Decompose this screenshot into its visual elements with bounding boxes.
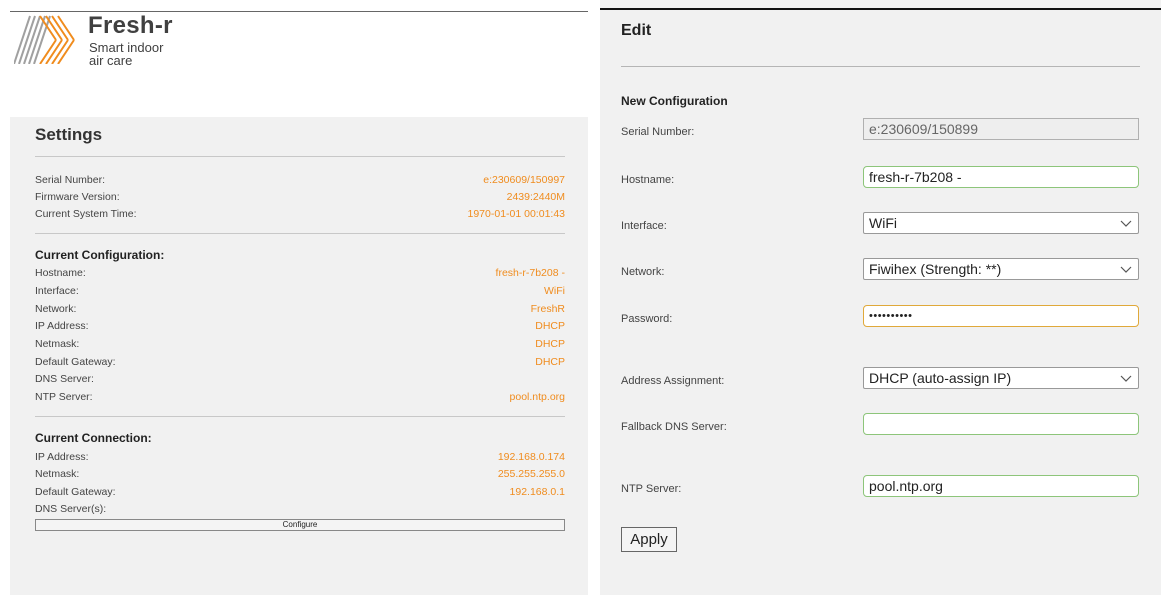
info-label: Serial Number: bbox=[35, 174, 106, 186]
connection-label: DNS Server(s): bbox=[35, 503, 107, 515]
connection-label: Default Gateway: bbox=[35, 486, 116, 498]
connection-row-netmask: Netmask: 255.255.255.0 bbox=[35, 468, 565, 484]
connection-value: 192.168.0.1 bbox=[509, 486, 565, 498]
connection-row-dns-servers: DNS Server(s): bbox=[35, 503, 565, 519]
config-row-ntp-server: NTP Server: pool.ntp.org bbox=[35, 391, 565, 407]
apply-button[interactable]: Apply bbox=[621, 527, 677, 552]
brand-tagline-line2: air care bbox=[89, 53, 133, 68]
password-input[interactable]: •••••••••• bbox=[863, 305, 1139, 327]
chevron-down-icon bbox=[1120, 220, 1132, 227]
settings-title: Settings bbox=[35, 125, 103, 144]
ntp-server-value: pool.ntp.org bbox=[869, 478, 943, 494]
config-row-ip-address: IP Address: DHCP bbox=[35, 320, 565, 336]
current-connection-title: Current Connection: bbox=[35, 431, 152, 445]
config-label: Hostname: bbox=[35, 267, 86, 279]
interface-select[interactable]: WiFi bbox=[863, 212, 1139, 234]
config-label: Interface: bbox=[35, 285, 79, 297]
fallback-dns-input[interactable] bbox=[863, 413, 1139, 435]
edit-title: Edit bbox=[621, 22, 652, 39]
divider bbox=[35, 233, 565, 234]
chevron-down-icon bbox=[1120, 375, 1132, 382]
config-value: fresh-r-7b208 - bbox=[495, 267, 565, 279]
serial-number-label: Serial Number: bbox=[621, 126, 695, 138]
config-value: DHCP bbox=[535, 320, 565, 332]
network-label: Network: bbox=[621, 266, 665, 278]
config-row-netmask: Netmask: DHCP bbox=[35, 338, 565, 354]
config-value: DHCP bbox=[535, 338, 565, 350]
brand-name: Fresh-r bbox=[88, 12, 173, 39]
address-assignment-label: Address Assignment: bbox=[621, 375, 725, 387]
edit-screenshot: Edit New Configuration Serial Number: e:… bbox=[600, 0, 1161, 595]
divider bbox=[35, 416, 565, 417]
ntp-server-input[interactable]: pool.ntp.org bbox=[863, 475, 1139, 497]
chevron-down-icon bbox=[1120, 266, 1132, 273]
serial-number-field: e:230609/150899 bbox=[863, 118, 1139, 140]
info-label: Firmware Version: bbox=[35, 191, 120, 203]
connection-value: 255.255.255.0 bbox=[497, 468, 565, 480]
divider bbox=[621, 66, 1140, 67]
current-configuration-title: Current Configuration: bbox=[35, 248, 165, 262]
interface-label: Interface: bbox=[621, 220, 667, 232]
config-label: Network: bbox=[35, 303, 77, 315]
connection-row-default-gateway: Default Gateway: 192.168.0.1 bbox=[35, 486, 565, 502]
connection-label: IP Address: bbox=[35, 451, 89, 463]
config-row-hostname: Hostname: fresh-r-7b208 - bbox=[35, 267, 565, 283]
config-label: DNS Server: bbox=[35, 373, 94, 385]
settings-screenshot: Fresh-r Smart indoor air care Settings S… bbox=[0, 0, 588, 595]
serial-number-value: e:230609/150899 bbox=[869, 121, 978, 137]
config-label: NTP Server: bbox=[35, 391, 93, 403]
ntp-server-label: NTP Server: bbox=[621, 483, 682, 495]
divider bbox=[35, 156, 565, 157]
config-label: Default Gateway: bbox=[35, 356, 116, 368]
info-value: 1970-01-01 00:01:43 bbox=[467, 208, 566, 220]
hostname-value: fresh-r-7b208 - bbox=[869, 169, 962, 185]
interface-value: WiFi bbox=[869, 215, 897, 231]
info-row-firmware: Firmware Version: 2439:2440M bbox=[35, 191, 565, 207]
fresh-r-logo-icon bbox=[14, 15, 75, 64]
info-row-serial: Serial Number: e:230609/150997 bbox=[35, 174, 565, 190]
config-row-default-gateway: Default Gateway: DHCP bbox=[35, 356, 565, 372]
top-divider bbox=[600, 8, 1161, 10]
info-label: Current System Time: bbox=[35, 208, 137, 220]
password-value: •••••••••• bbox=[869, 310, 913, 322]
network-select[interactable]: Fiwihex (Strength: **) bbox=[863, 258, 1139, 280]
password-label: Password: bbox=[621, 313, 673, 325]
config-value: DHCP bbox=[535, 356, 565, 368]
hostname-label: Hostname: bbox=[621, 174, 675, 186]
connection-label: Netmask: bbox=[35, 468, 80, 480]
config-row-interface: Interface: WiFi bbox=[35, 285, 565, 301]
config-value: pool.ntp.org bbox=[509, 391, 565, 403]
address-assignment-select[interactable]: DHCP (auto-assign IP) bbox=[863, 367, 1139, 389]
network-value: Fiwihex (Strength: **) bbox=[869, 261, 1002, 277]
settings-panel: Settings Serial Number: e:230609/150997 … bbox=[10, 117, 588, 595]
new-configuration-title: New Configuration bbox=[621, 94, 728, 108]
configure-button[interactable]: Configure bbox=[35, 519, 565, 531]
address-assignment-value: DHCP (auto-assign IP) bbox=[869, 370, 1012, 386]
fallback-dns-label: Fallback DNS Server: bbox=[621, 421, 727, 433]
config-label: IP Address: bbox=[35, 320, 89, 332]
info-row-system-time: Current System Time: 1970-01-01 00:01:43 bbox=[35, 208, 565, 224]
info-value: 2439:2440M bbox=[506, 191, 565, 203]
config-value: WiFi bbox=[544, 285, 565, 297]
config-row-network: Network: FreshR bbox=[35, 303, 565, 319]
hostname-input[interactable]: fresh-r-7b208 - bbox=[863, 166, 1139, 188]
connection-row-ip-address: IP Address: 192.168.0.174 bbox=[35, 451, 565, 467]
connection-value: 192.168.0.174 bbox=[497, 451, 565, 463]
config-value: FreshR bbox=[530, 303, 565, 315]
info-value: e:230609/150997 bbox=[483, 174, 565, 186]
config-row-dns-server: DNS Server: bbox=[35, 373, 565, 389]
config-label: Netmask: bbox=[35, 338, 80, 350]
